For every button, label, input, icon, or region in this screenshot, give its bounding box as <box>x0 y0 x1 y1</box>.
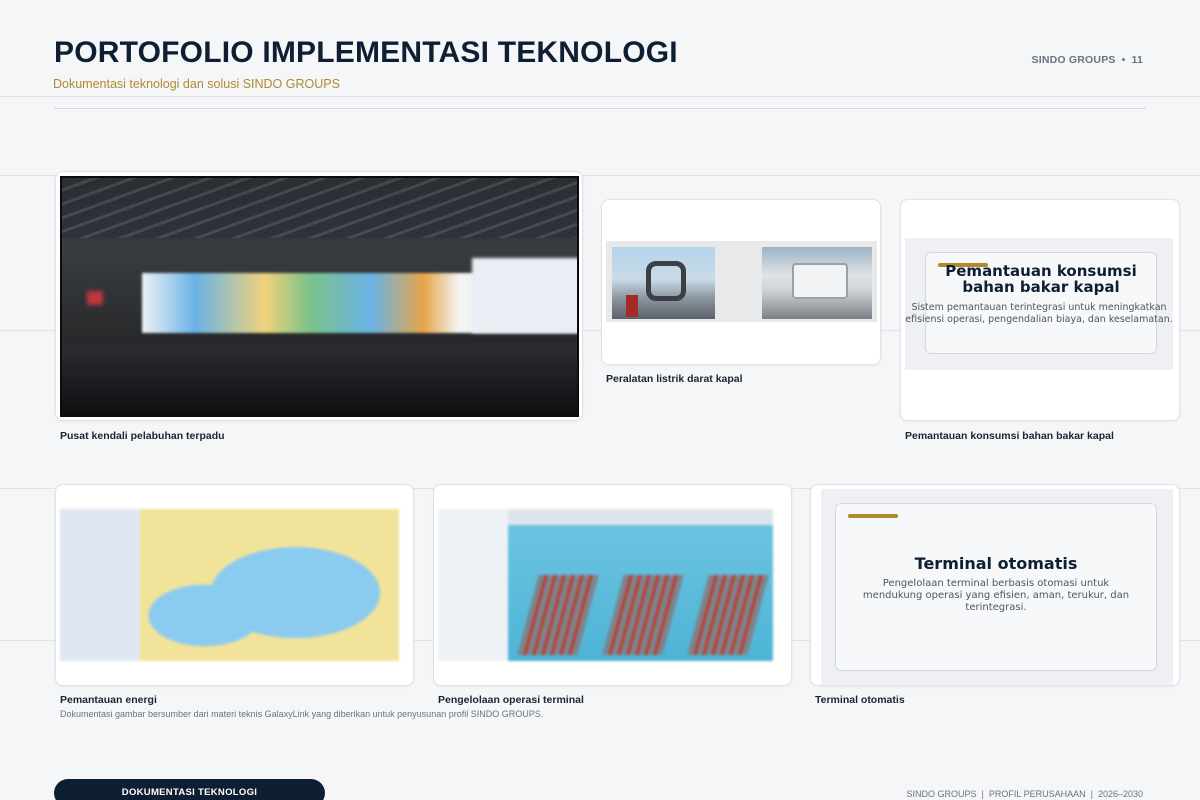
gallery-caption: Pengelolaan operasi terminal <box>438 694 584 706</box>
footer-info: SINDO GROUPS | PROFIL PERUSAHAAN | 2026–2030 <box>907 789 1143 799</box>
overlay-title: Terminal otomatis <box>914 554 1078 573</box>
page-meta: SINDO GROUPS • 11 <box>1032 54 1143 66</box>
overlay-title: Pemantauan konsumsi bahan bakar kapal <box>945 262 1137 296</box>
gallery-card-energy-monitoring[interactable] <box>55 484 414 686</box>
separator-dot: • <box>1121 54 1126 66</box>
gallery-card-control-center[interactable] <box>55 171 583 421</box>
footer-period: 2026–2030 <box>1097 789 1143 799</box>
control-room-photo <box>60 176 579 417</box>
gallery-card-automated-terminal[interactable]: Terminal otomatis Pengelolaan terminal b… <box>810 484 1180 686</box>
header-divider <box>54 108 1146 109</box>
gallery-caption: Pusat kendali pelabuhan terpadu <box>60 430 225 442</box>
fuel-monitoring-visual: Pemantauan konsumsi bahan bakar kapal Si… <box>905 238 1173 370</box>
accent-bar <box>848 514 898 518</box>
page-title: PORTOFOLIO IMPLEMENTASI TEKNOLOGI <box>54 36 678 69</box>
footer-separator: | <box>981 789 984 799</box>
terminal-ops-screenshot <box>438 509 773 661</box>
overlay-description: Pengelolaan terminal berbasis otomasi un… <box>862 578 1130 613</box>
gallery-caption: Terminal otomatis <box>815 694 905 706</box>
page-subtitle: Dokumentasi teknologi dan solusi SINDO G… <box>53 77 340 91</box>
gallery-card-fuel-monitoring[interactable]: Pemantauan konsumsi bahan bakar kapal Si… <box>900 199 1180 421</box>
documentation-tag-button[interactable]: DOKUMENTASI TEKNOLOGI <box>54 779 325 800</box>
footer-brand: SINDO GROUPS <box>906 789 977 799</box>
overlay-description: Sistem pemantauan terintegrasi untuk men… <box>905 302 1173 325</box>
energy-map-screenshot <box>60 509 399 661</box>
brand-label: SINDO GROUPS <box>1031 54 1116 66</box>
automated-terminal-visual: Terminal otomatis Pengelolaan terminal b… <box>821 489 1173 685</box>
overlay-info-card: Terminal otomatis Pengelolaan terminal b… <box>835 503 1157 671</box>
gallery-caption: Peralatan listrik darat kapal <box>606 373 743 385</box>
image-source-footnote: Dokumentasi gambar bersumber dari materi… <box>60 709 544 719</box>
gallery-card-shore-power[interactable] <box>601 199 881 365</box>
footer-profile: PROFIL PERUSAHAAN <box>988 789 1086 799</box>
gallery-caption: Pemantauan energi <box>60 694 157 706</box>
footer-separator: | <box>1090 789 1093 799</box>
shore-power-photo <box>606 241 877 322</box>
gallery-card-terminal-operations[interactable] <box>433 484 792 686</box>
gallery-caption: Pemantauan konsumsi bahan bakar kapal <box>905 430 1114 442</box>
page-number: 11 <box>1131 54 1143 66</box>
